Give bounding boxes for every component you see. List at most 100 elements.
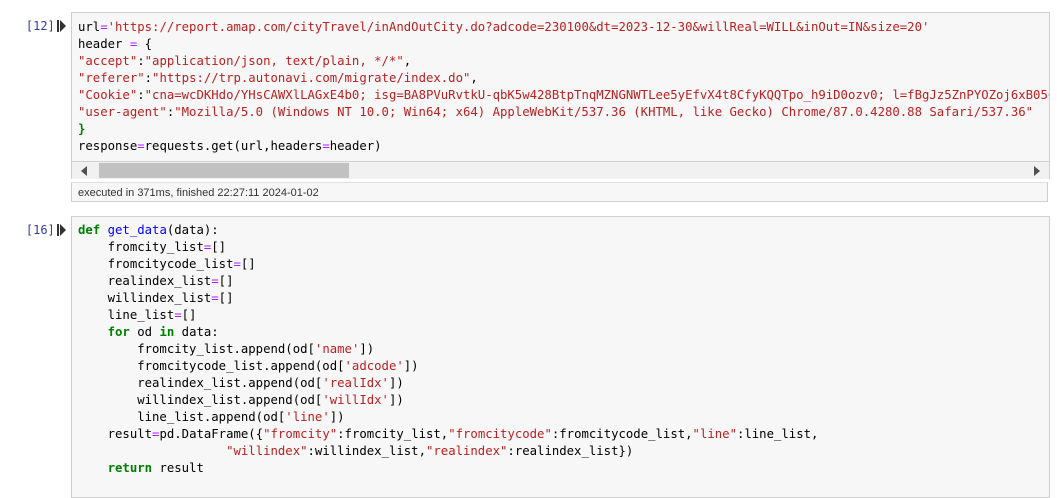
code-token: : xyxy=(144,71,153,85)
code-token: :line_list, xyxy=(736,427,819,441)
code-token: ]) xyxy=(388,376,404,390)
code-token: ]) xyxy=(403,359,419,373)
code-token: pd.DataFrame({ xyxy=(159,427,264,441)
cell-prompt: [12]: xyxy=(25,19,62,33)
code-token: result xyxy=(78,427,153,441)
run-marker-icon[interactable] xyxy=(57,20,66,32)
code-token: ]) xyxy=(329,410,345,424)
code-token: url xyxy=(78,20,101,34)
code-token: 'willIdx' xyxy=(322,393,389,407)
code-token: :fromcity_list, xyxy=(337,427,449,441)
code-token: 'name' xyxy=(314,342,360,356)
code-line: fromcitycode_list.append(od['adcode']) xyxy=(78,358,1049,375)
scrollbar-thumb[interactable] xyxy=(99,163,349,178)
code-token: "fromcitycode" xyxy=(448,427,552,441)
run-marker-icon[interactable] xyxy=(57,224,66,236)
code-line: def get_data(data): xyxy=(78,222,1049,239)
code-token: : xyxy=(137,54,145,68)
code-line: realindex_list=[] xyxy=(78,273,1049,290)
code-token: willindex_list.append(od[ xyxy=(78,393,323,407)
code-token: [] xyxy=(218,274,234,288)
execution-time: executed in 371ms, finished 22:27:11 202… xyxy=(71,182,1048,202)
code-token: line_list.append(od[ xyxy=(78,410,286,424)
code-token: [] xyxy=(211,240,227,254)
code-token: = xyxy=(233,257,241,271)
code-token: "fromcity" xyxy=(263,427,338,441)
code-token: ]) xyxy=(359,342,375,356)
code-token: requests.get(url,headers xyxy=(144,139,323,153)
code-line: line_list.append(od['line']) xyxy=(78,409,1049,426)
code-line: for od in data: xyxy=(78,324,1049,341)
code-token: "application/json, text/plain, */*" xyxy=(144,54,404,68)
code-token: 'line' xyxy=(285,410,330,424)
code-token: "accept" xyxy=(78,54,138,68)
code-token: willindex_list xyxy=(78,291,212,305)
code-token: "cna=wcDKHdo/YHsCAWXlLAGxE4b0; isg=BA8PV… xyxy=(144,88,1049,102)
code-token: 'https://report.amap.com/cityTravel/inAn… xyxy=(107,20,930,34)
code-cell-input[interactable]: url='https://report.amap.com/cityTravel/… xyxy=(71,12,1050,162)
code-token: fromcity_list.append(od[ xyxy=(78,342,315,356)
code-token: realindex_list xyxy=(78,274,212,288)
code-line: willindex_list=[] xyxy=(78,290,1049,307)
code-token: = xyxy=(137,139,145,153)
code-token: response xyxy=(78,139,138,153)
code-line: return result xyxy=(78,460,1049,477)
code-token: , xyxy=(470,71,478,85)
code-cell-input[interactable]: def get_data(data): fromcity_list=[] fro… xyxy=(71,216,1050,498)
code-token: result xyxy=(152,461,204,475)
code-token: "line" xyxy=(692,427,737,441)
code-token: "user-agent" xyxy=(78,105,167,119)
code-line: "Cookie":"cna=wcDKHdo/YHsCAWXlLAGxE4b0; … xyxy=(78,87,1049,104)
code-line: realindex_list.append(od['realIdx']) xyxy=(78,375,1049,392)
code-token: : xyxy=(137,88,145,102)
code-line: fromcitycode_list=[] xyxy=(78,256,1049,273)
code-line: header = { xyxy=(78,36,1049,53)
code-line: fromcity_list=[] xyxy=(78,239,1049,256)
code-token: 'realIdx' xyxy=(322,376,389,390)
code-editor[interactable]: url='https://report.amap.com/cityTravel/… xyxy=(72,13,1049,155)
code-token: = xyxy=(211,291,219,305)
code-token: (data): xyxy=(166,223,219,237)
code-token: { xyxy=(137,37,153,51)
code-editor[interactable]: def get_data(data): fromcity_list=[] fro… xyxy=(72,217,1049,477)
code-token: [] xyxy=(181,308,197,322)
code-line: willindex_list.append(od['willIdx']) xyxy=(78,392,1049,409)
scroll-left-icon[interactable] xyxy=(81,166,87,176)
code-token: in xyxy=(159,325,175,339)
code-token: = xyxy=(100,20,108,34)
code-line: fromcity_list.append(od['name']) xyxy=(78,341,1049,358)
code-token: ]) xyxy=(388,393,404,407)
code-token: [] xyxy=(240,257,256,271)
code-token: header xyxy=(78,37,130,51)
code-token: = xyxy=(174,308,182,322)
code-token: 'adcode' xyxy=(344,359,404,373)
code-token: get_data xyxy=(107,223,167,237)
code-token: data: xyxy=(174,325,219,339)
code-token: fromcity_list xyxy=(78,240,204,254)
code-line: url='https://report.amap.com/cityTravel/… xyxy=(78,19,1049,36)
code-token: od xyxy=(129,325,160,339)
code-token: fromcitycode_list.append(od[ xyxy=(78,359,345,373)
code-line: "referer":"https://trp.autonavi.com/migr… xyxy=(78,70,1049,87)
code-token: , xyxy=(403,54,412,68)
horizontal-scrollbar[interactable] xyxy=(71,162,1050,179)
code-token: realindex_list.append(od[ xyxy=(78,376,323,390)
code-token: for xyxy=(107,325,130,339)
code-token: "Cookie" xyxy=(78,88,138,102)
code-token: header) xyxy=(329,139,382,153)
code-token: = xyxy=(322,139,330,153)
code-token: "realindex" xyxy=(425,444,508,458)
code-token: "referer" xyxy=(78,71,145,85)
code-line: "willindex":willindex_list,"realindex":r… xyxy=(78,443,1049,460)
code-token: :fromcitycode_list, xyxy=(551,427,693,441)
scroll-right-icon[interactable] xyxy=(1034,166,1040,176)
code-line: result=pd.DataFrame({"fromcity":fromcity… xyxy=(78,426,1049,443)
code-line: "accept":"application/json, text/plain, … xyxy=(78,53,1049,70)
code-token: "willindex" xyxy=(226,444,308,458)
code-token: :willindex_list, xyxy=(307,444,426,458)
code-token: "https://trp.autonavi.com/migrate/index.… xyxy=(152,71,471,85)
